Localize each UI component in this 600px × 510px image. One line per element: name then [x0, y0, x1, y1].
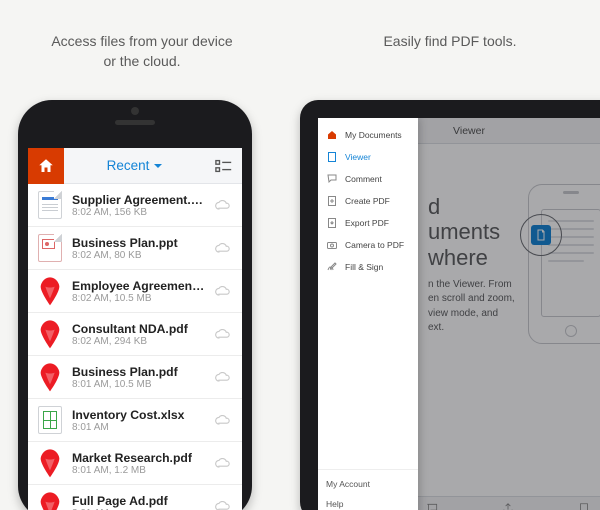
file-row[interactable]: Supplier Agreement.docx8:02 AM, 156 KB	[28, 184, 242, 227]
phone-screen: Recent Supplier Agreement.docx8:02 AM, 1…	[28, 148, 242, 510]
menu-item-create[interactable]: Create PDF	[318, 190, 418, 212]
file-name: Employee Agreement.pdf	[72, 279, 206, 293]
menu-item-label: My Account	[326, 479, 370, 489]
cloud-icon	[214, 284, 232, 298]
file-meta: 8:02 AM, 10.5 MB	[72, 293, 206, 304]
viewer-icon	[326, 151, 338, 163]
caption-find-tools: Easily find PDF tools.	[310, 32, 590, 52]
file-row[interactable]: Full Page Ad.pdf8:01 AM	[28, 485, 242, 510]
menu-item-my-account[interactable]: My Account	[318, 474, 418, 494]
pdf-icon	[36, 447, 64, 480]
doc-icon	[38, 191, 62, 219]
cloud-icon	[214, 241, 232, 255]
file-name: Consultant NDA.pdf	[72, 322, 206, 336]
tab-recent[interactable]: Recent	[64, 158, 206, 173]
file-meta: 8:02 AM, 294 KB	[72, 336, 206, 347]
file-meta: 8:01 AM	[72, 422, 206, 433]
cloud-icon	[214, 327, 232, 341]
chevron-down-icon	[153, 161, 163, 171]
cloud-icon	[214, 198, 232, 212]
menu-item-label: Help	[326, 499, 343, 509]
file-meta: 8:02 AM, 80 KB	[72, 250, 206, 261]
file-list: Supplier Agreement.docx8:02 AM, 156 KBBu…	[28, 184, 242, 510]
home-icon	[326, 129, 338, 141]
menu-item-sign[interactable]: Fill & Sign	[318, 256, 418, 278]
tablet-device-frame: ‹ Viewer dumentswhere n the Viewer. From…	[300, 100, 600, 510]
menu-item-label: My Documents	[345, 130, 402, 140]
tab-label: Recent	[107, 158, 150, 173]
file-meta: 8:01 AM, 1.2 MB	[72, 465, 206, 476]
pdf-icon	[36, 318, 64, 351]
menu-item-export[interactable]: Export PDF	[318, 212, 418, 234]
cloud-icon	[214, 370, 232, 384]
file-row[interactable]: Business Plan.pdf8:01 AM, 10.5 MB	[28, 356, 242, 399]
menu-item-label: Viewer	[345, 152, 371, 162]
cloud-icon	[214, 499, 232, 510]
file-name: Full Page Ad.pdf	[72, 494, 206, 508]
file-name: Business Plan.ppt	[72, 236, 206, 250]
file-name: Business Plan.pdf	[72, 365, 206, 379]
file-meta: 8:01 AM, 10.5 MB	[72, 379, 206, 390]
camera-icon	[326, 239, 338, 251]
pdf-icon	[36, 361, 64, 394]
cloud-icon	[214, 456, 232, 470]
xls-icon	[38, 406, 62, 434]
menu-item-label: Export PDF	[345, 218, 389, 228]
home-button[interactable]	[28, 148, 64, 184]
file-row[interactable]: Business Plan.ppt8:02 AM, 80 KB	[28, 227, 242, 270]
menu-item-viewer[interactable]: Viewer	[318, 146, 418, 168]
comment-icon	[326, 173, 338, 185]
caption-access-files: Access files from your deviceor the clou…	[12, 32, 272, 71]
home-icon	[37, 157, 55, 175]
menu-item-help[interactable]: Help	[318, 494, 418, 510]
tablet-screen: ‹ Viewer dumentswhere n the Viewer. From…	[318, 118, 600, 510]
menu-item-label: Comment	[345, 174, 382, 184]
pdf-icon	[36, 275, 64, 308]
create-icon	[326, 195, 338, 207]
file-name: Inventory Cost.xlsx	[72, 408, 206, 422]
phone-device-frame: Recent Supplier Agreement.docx8:02 AM, 1…	[18, 100, 252, 510]
tools-menu: My Documents Viewer Comment Create PDF Expor…	[318, 118, 418, 510]
cloud-icon	[214, 413, 232, 427]
file-meta: 8:02 AM, 156 KB	[72, 207, 206, 218]
menu-item-label: Camera to PDF	[345, 240, 404, 250]
menu-item-camera[interactable]: Camera to PDF	[318, 234, 418, 256]
file-name: Supplier Agreement.docx	[72, 193, 206, 207]
list-view-icon	[215, 159, 233, 173]
view-toggle-button[interactable]	[206, 159, 242, 173]
file-row[interactable]: Inventory Cost.xlsx8:01 AM	[28, 399, 242, 442]
pdf-icon	[36, 490, 64, 510]
menu-item-home[interactable]: My Documents	[318, 124, 418, 146]
export-icon	[326, 217, 338, 229]
menu-item-label: Fill & Sign	[345, 262, 383, 272]
file-row[interactable]: Employee Agreement.pdf8:02 AM, 10.5 MB	[28, 270, 242, 313]
menu-item-label: Create PDF	[345, 196, 390, 206]
file-name: Market Research.pdf	[72, 451, 206, 465]
sign-icon	[326, 261, 338, 273]
file-row[interactable]: Market Research.pdf8:01 AM, 1.2 MB	[28, 442, 242, 485]
ppt-icon	[38, 234, 62, 262]
file-row[interactable]: Consultant NDA.pdf8:02 AM, 294 KB	[28, 313, 242, 356]
phone-toolbar: Recent	[28, 148, 242, 184]
menu-item-comment[interactable]: Comment	[318, 168, 418, 190]
